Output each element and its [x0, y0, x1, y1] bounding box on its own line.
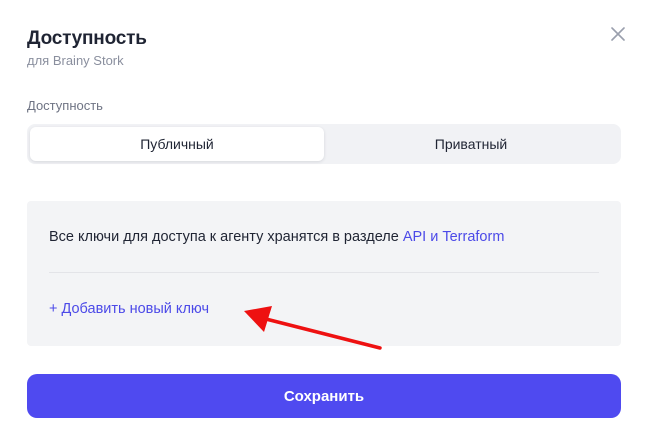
save-button[interactable]: Сохранить	[27, 374, 621, 418]
access-section-label: Доступность	[27, 98, 103, 113]
close-button[interactable]	[606, 22, 630, 46]
keys-divider	[49, 272, 599, 273]
access-dialog: Доступность для Brainy Stork Доступность…	[0, 0, 647, 443]
access-option-public[interactable]: Публичный	[30, 127, 324, 161]
keys-panel: Все ключи для доступа к агенту хранятся …	[27, 201, 621, 346]
dialog-title: Доступность	[27, 28, 147, 49]
dialog-subtitle: для Brainy Stork	[27, 53, 124, 68]
close-icon	[611, 27, 625, 41]
api-terraform-link[interactable]: API и Terraform	[403, 229, 505, 245]
access-segmented-control: Публичный Приватный	[27, 124, 621, 164]
keys-info: Все ключи для доступа к агенту хранятся …	[49, 229, 504, 245]
access-option-private[interactable]: Приватный	[324, 127, 618, 161]
add-key-button[interactable]: + Добавить новый ключ	[49, 301, 209, 317]
keys-info-text: Все ключи для доступа к агенту хранятся …	[49, 229, 399, 245]
